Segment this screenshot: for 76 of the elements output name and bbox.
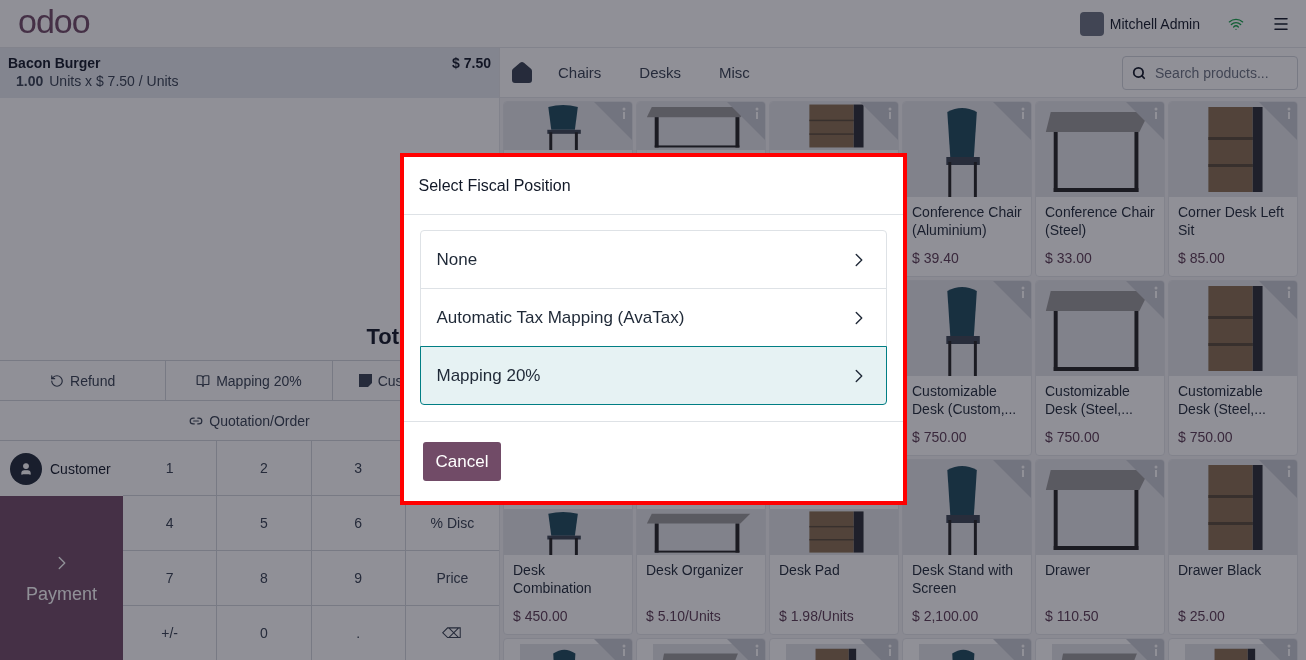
- numpad-key[interactable]: 7: [123, 551, 217, 605]
- numpad-key[interactable]: 6: [311, 496, 405, 550]
- note-icon: [358, 374, 372, 387]
- search-field[interactable]: Search products...: [1122, 55, 1298, 90]
- person-icon: [10, 452, 42, 485]
- fiscal-option[interactable]: None: [419, 230, 887, 289]
- product-price: $ 85.00: [1177, 250, 1226, 268]
- category-tab[interactable]: Chairs: [534, 64, 616, 81]
- product-name: Conference Chair (Steel): [1044, 203, 1156, 240]
- dialog-title: Select Fiscal Position: [403, 157, 903, 215]
- info-icon[interactable]: [1126, 102, 1164, 140]
- product-price: $ 5.10/Units: [645, 608, 722, 626]
- product-name: Drawer Black: [1177, 561, 1263, 580]
- fiscal-option[interactable]: Mapping 20%: [419, 346, 887, 405]
- product-price: $ 1.98/Units: [778, 608, 855, 626]
- book-icon: [196, 373, 211, 388]
- numpad-key[interactable]: 5: [217, 496, 311, 550]
- product-name: Corner Desk Left Sit: [1177, 203, 1285, 240]
- undo-icon: [50, 373, 65, 388]
- category-tab[interactable]: Misc: [695, 64, 764, 81]
- product-card[interactable]: Corner Desk Left Sit $ 85.00: [1168, 101, 1298, 277]
- info-icon[interactable]: [727, 102, 765, 140]
- product-name: Customizable Desk (Steel,...: [1044, 382, 1134, 419]
- product-card[interactable]: Desk Stand with Screen $ 2,100.00: [902, 459, 1032, 635]
- product-name: Bacon Burger: [8, 55, 102, 73]
- category-tab[interactable]: Desks: [615, 64, 696, 81]
- numpad-key[interactable]: 0: [217, 606, 311, 660]
- info-icon[interactable]: [860, 102, 898, 140]
- product-price: $ 450.00: [512, 608, 569, 626]
- numpad-key[interactable]: Price: [405, 551, 499, 605]
- product-price: $ 110.50: [1044, 608, 1100, 626]
- numpad-key[interactable]: 4: [123, 496, 217, 550]
- product-name: Conference Chair (Aluminium): [911, 203, 1023, 240]
- numpad-key[interactable]: .: [311, 606, 405, 660]
- line-detail: 1.00 Units x $ 7.50 / Units: [15, 73, 180, 91]
- cancel-button[interactable]: Cancel: [422, 442, 502, 481]
- info-icon[interactable]: [1259, 460, 1297, 498]
- payment-button[interactable]: Payment: [0, 496, 123, 660]
- search-icon: [1132, 65, 1146, 80]
- info-icon[interactable]: [1126, 460, 1164, 498]
- avatar[interactable]: [1079, 11, 1104, 36]
- product-name: Desk Pad: [778, 561, 841, 580]
- home-icon[interactable]: [510, 60, 534, 85]
- numpad-key[interactable]: ⌫: [405, 606, 499, 660]
- product-price: $ 33.00: [1044, 250, 1093, 268]
- numpad-key[interactable]: 8: [217, 551, 311, 605]
- numpad-key[interactable]: +/-: [123, 606, 217, 660]
- product-price: $ 25.00: [1177, 608, 1226, 626]
- product-price: $ 39.40: [911, 250, 960, 268]
- user-name[interactable]: Mitchell Admin: [1109, 15, 1200, 32]
- product-price: $ 750.00: [1044, 429, 1101, 447]
- product-name: Customizable Desk (Custom,...: [911, 382, 1018, 419]
- product-name: Customizable Desk (Steel,...: [1177, 382, 1267, 419]
- info-icon[interactable]: [1259, 102, 1297, 140]
- product-name: Drawer: [1044, 561, 1092, 580]
- product-price: $ 2,100.00: [911, 608, 980, 626]
- numpad-key[interactable]: 1: [123, 441, 217, 495]
- product-card[interactable]: Customizable Desk (Steel,... $ 750.00: [1168, 280, 1298, 456]
- product-card[interactable]: Drawer $ 110.50: [1035, 459, 1165, 635]
- info-icon[interactable]: [1126, 281, 1164, 319]
- numpad-key[interactable]: 2: [217, 441, 311, 495]
- product-card[interactable]: Conference Chair (Aluminium) $ 39.40: [902, 101, 1032, 277]
- product-price: $ 750.00: [911, 429, 968, 447]
- product-name: Desk Combination: [512, 561, 593, 598]
- product-card[interactable]: Drawer Black $ 25.00: [1168, 459, 1298, 635]
- fiscal-option[interactable]: Automatic Tax Mapping (AvaTax): [419, 288, 887, 347]
- total-label: Tot: [366, 324, 399, 350]
- product-name: Desk Stand with Screen: [911, 561, 1015, 598]
- product-card[interactable]: Customizable Desk (Steel,... $ 750.00: [1035, 280, 1165, 456]
- product-name: Desk Organizer: [645, 561, 745, 580]
- logo[interactable]: odoo: [18, 3, 90, 38]
- line-price: $ 7.50: [452, 55, 491, 73]
- numpad-key[interactable]: 9: [311, 551, 405, 605]
- product-price: $ 750.00: [1177, 429, 1234, 447]
- product-card[interactable]: Conference Chair (Steel) $ 33.00: [1035, 101, 1165, 277]
- info-icon[interactable]: [1259, 281, 1297, 319]
